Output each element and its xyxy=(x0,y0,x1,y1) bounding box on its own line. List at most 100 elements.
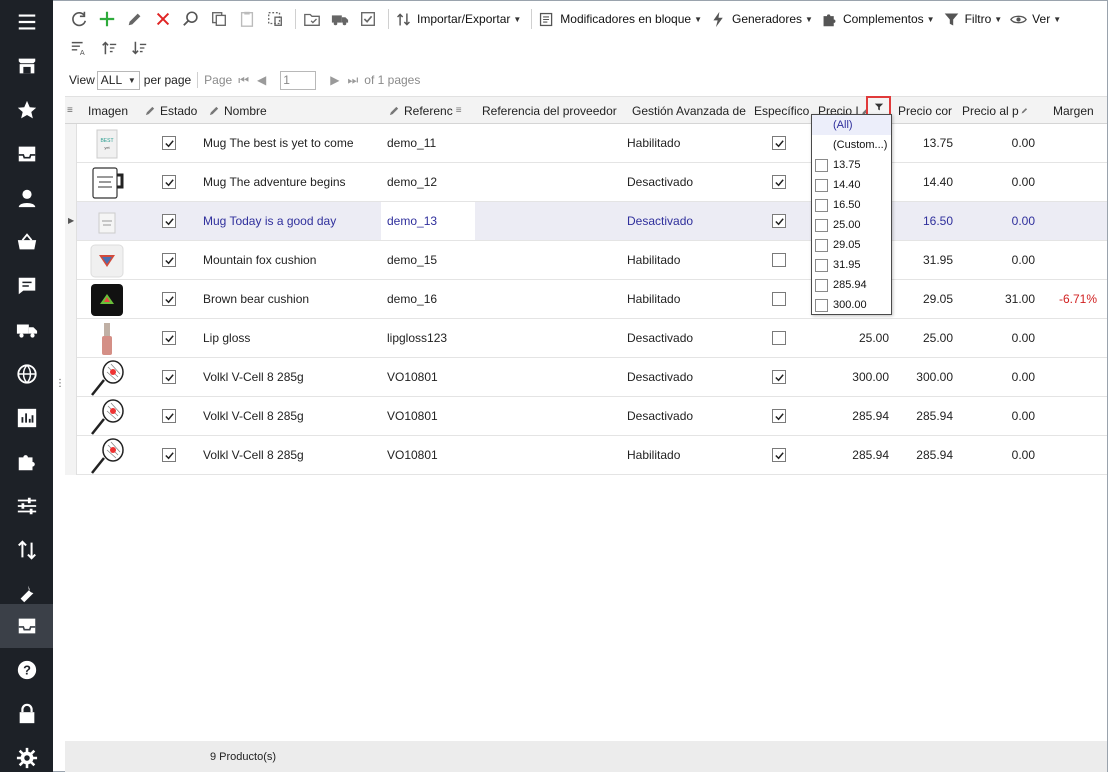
unit-price-cell[interactable]: 0.00 xyxy=(965,397,1035,435)
supplier-ref-cell[interactable] xyxy=(475,202,625,240)
filter-menu[interactable]: Filtro ▼ xyxy=(941,7,1009,31)
next-page-icon[interactable]: ▶ xyxy=(330,73,339,87)
unit-price-cell[interactable]: 0.00 xyxy=(965,124,1035,162)
table-row[interactable]: Mountain fox cushion demo_15 Habilitado 31.… xyxy=(65,241,1107,280)
product-name-cell[interactable]: Mug The adventure begins xyxy=(203,163,378,201)
advanced-stock-cell[interactable]: Habilitado xyxy=(627,280,747,318)
product-name-cell[interactable]: Mug Today is a good day xyxy=(203,202,378,240)
product-name-cell[interactable]: Mountain fox cushion xyxy=(203,241,378,279)
margin-cell[interactable] xyxy=(1045,358,1097,396)
sidebar-item-settings[interactable] xyxy=(0,736,53,780)
sidebar-item-user[interactable] xyxy=(0,176,53,220)
price-with-tax-cell[interactable]: 31.95 xyxy=(891,241,953,279)
supplier-ref-cell[interactable] xyxy=(475,358,625,396)
row-handle[interactable] xyxy=(65,124,77,163)
reference-cell[interactable]: VO10801 xyxy=(381,358,475,396)
filter-option[interactable]: 13.75 xyxy=(815,155,861,175)
generators-menu[interactable]: Generadores ▼ xyxy=(708,7,819,31)
paste-button[interactable] xyxy=(235,7,259,31)
status-checkbox[interactable] xyxy=(162,124,182,162)
sidebar-item-sliders[interactable] xyxy=(0,484,53,528)
price-with-tax-cell[interactable]: 285.94 xyxy=(891,397,953,435)
price-cell[interactable]: 285.94 xyxy=(823,436,889,474)
price-with-tax-cell[interactable]: 16.50 xyxy=(891,202,953,240)
margin-cell[interactable]: -6.71% xyxy=(1045,280,1097,318)
prev-page-icon[interactable]: ◀ xyxy=(257,73,266,87)
sidebar-item-import-export[interactable] xyxy=(0,528,53,572)
column-specific[interactable]: Específico xyxy=(754,97,812,124)
reference-cell[interactable]: VO10801 xyxy=(381,436,475,474)
column-advanced-stock[interactable]: Gestión Avanzada de xyxy=(632,97,750,124)
import-export-menu[interactable]: Importar/Exportar ▼ xyxy=(393,7,527,31)
advanced-stock-cell[interactable]: Desactivado xyxy=(627,358,747,396)
reference-cell[interactable]: demo_16 xyxy=(381,280,475,318)
first-page-icon[interactable]: ⏮ xyxy=(238,73,249,88)
row-handle[interactable] xyxy=(65,358,77,397)
reference-cell[interactable]: demo_11 xyxy=(381,124,475,162)
supplier-ref-cell[interactable] xyxy=(475,280,625,318)
unit-price-cell[interactable]: 0.00 xyxy=(965,163,1035,201)
advanced-stock-cell[interactable]: Desactivado xyxy=(627,319,747,357)
column-menu-icon[interactable]: ≡ xyxy=(67,97,77,124)
margin-cell[interactable] xyxy=(1045,241,1097,279)
price-with-tax-cell[interactable]: 14.40 xyxy=(891,163,953,201)
unit-price-cell[interactable]: 0.00 xyxy=(965,319,1035,357)
sidebar-item-lock[interactable] xyxy=(0,692,53,736)
sort-up-button[interactable] xyxy=(97,36,121,60)
price-with-tax-cell[interactable]: 25.00 xyxy=(891,319,953,357)
status-checkbox[interactable] xyxy=(162,397,182,435)
status-checkbox[interactable] xyxy=(162,202,182,240)
carrier-button[interactable] xyxy=(328,7,352,31)
specific-checkbox[interactable] xyxy=(772,280,792,318)
price-cell[interactable]: 285.94 xyxy=(823,397,889,435)
reference-cell[interactable]: demo_13 xyxy=(381,202,475,240)
add-button[interactable] xyxy=(95,7,119,31)
column-margin[interactable]: Margen xyxy=(1053,97,1105,124)
table-row[interactable]: ▶ Mug Today is a good day demo_13 Desactiva… xyxy=(65,202,1107,241)
table-row[interactable]: Brown bear cushion demo_16 Habilitado 29.05… xyxy=(65,280,1107,319)
unit-price-cell[interactable]: 0.00 xyxy=(965,436,1035,474)
filter-option[interactable]: 285.94 xyxy=(815,275,867,295)
status-checkbox[interactable] xyxy=(162,280,182,318)
column-price-with-tax[interactable]: Precio cor xyxy=(898,97,954,124)
supplier-ref-cell[interactable] xyxy=(475,436,625,474)
column-unit-price[interactable]: Precio al p xyxy=(962,97,1032,124)
product-name-cell[interactable]: Mug The best is yet to come xyxy=(203,124,378,162)
filter-option[interactable]: 31.95 xyxy=(815,255,861,275)
sidebar-item-inbox[interactable] xyxy=(0,132,53,176)
price-cell[interactable]: 25.00 xyxy=(823,319,889,357)
last-page-icon[interactable]: ⏭ xyxy=(347,73,358,88)
table-row[interactable]: Volkl V-Cell 8 285g VO10801 Habilitado 285.… xyxy=(65,436,1107,475)
reference-cell[interactable]: demo_12 xyxy=(381,163,475,201)
reference-cell[interactable]: VO10801 xyxy=(381,397,475,435)
price-with-tax-cell[interactable]: 300.00 xyxy=(891,358,953,396)
supplier-ref-cell[interactable] xyxy=(475,241,625,279)
row-handle[interactable] xyxy=(65,163,77,202)
price-with-tax-cell[interactable]: 285.94 xyxy=(891,436,953,474)
filter-option-custom[interactable]: (Custom...) xyxy=(833,135,887,155)
reference-cell[interactable]: demo_15 xyxy=(381,241,475,279)
sidebar-item-store[interactable] xyxy=(0,44,53,88)
sidebar-item-puzzle[interactable] xyxy=(0,440,53,484)
row-handle[interactable] xyxy=(65,397,77,436)
select-button[interactable] xyxy=(263,7,287,31)
status-checkbox[interactable] xyxy=(162,436,182,474)
specific-checkbox[interactable] xyxy=(772,163,792,201)
row-handle[interactable] xyxy=(65,241,77,280)
advanced-stock-cell[interactable]: Habilitado xyxy=(627,436,747,474)
unit-price-cell[interactable]: 0.00 xyxy=(965,241,1035,279)
column-status[interactable]: Estado xyxy=(145,97,205,124)
specific-checkbox[interactable] xyxy=(772,202,792,240)
margin-cell[interactable] xyxy=(1045,202,1097,240)
column-supplier-ref[interactable]: Referencia del proveedor xyxy=(482,97,627,124)
splitter-handle[interactable]: ⋮ xyxy=(55,379,65,389)
margin-cell[interactable] xyxy=(1045,319,1097,357)
check-list-button[interactable] xyxy=(356,7,380,31)
unit-price-cell[interactable]: 0.00 xyxy=(965,358,1035,396)
supplier-ref-cell[interactable] xyxy=(475,319,625,357)
sidebar-item-basket[interactable] xyxy=(0,220,53,264)
specific-checkbox[interactable] xyxy=(772,436,792,474)
reference-cell[interactable]: lipgloss123 xyxy=(381,319,475,357)
specific-checkbox[interactable] xyxy=(772,358,792,396)
advanced-stock-cell[interactable]: Desactivado xyxy=(627,163,747,201)
